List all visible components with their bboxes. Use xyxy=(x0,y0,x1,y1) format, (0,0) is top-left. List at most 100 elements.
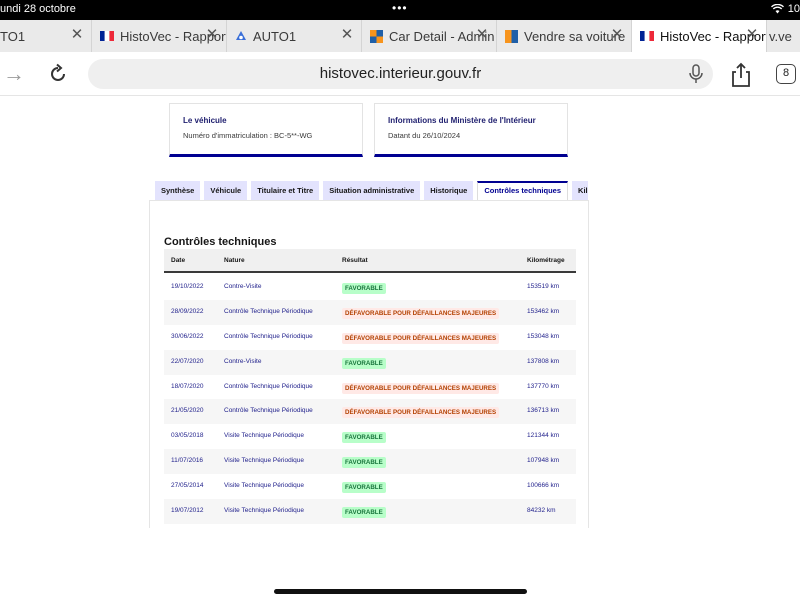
table-header: Date Nature Résultat Kilométrage xyxy=(164,249,576,273)
header-resultat: Résultat xyxy=(342,257,368,264)
result-badge: FAVORABLE xyxy=(342,357,386,369)
status-bar: undi 28 octobre ••• 10 xyxy=(0,0,800,20)
browser-tab[interactable]: AUTO1 ✕ xyxy=(227,20,362,52)
cell-kilometrage: 153048 km xyxy=(527,332,560,340)
close-icon[interactable]: ✕ xyxy=(69,27,85,43)
table-row: 11/07/2016 Visite Technique Périodique FAV… xyxy=(164,449,576,475)
close-icon[interactable]: ✕ xyxy=(474,27,490,43)
cell-date: 18/07/2020 xyxy=(171,382,204,390)
cell-date: 27/05/2014 xyxy=(171,482,204,490)
url-text: histovec.interieur.gouv.fr xyxy=(319,65,482,82)
tab-vehicule[interactable]: Véhicule xyxy=(204,181,248,200)
tab-historique[interactable]: Historique xyxy=(424,181,474,200)
card-title: Informations du Ministère de l'Intérieur xyxy=(388,116,536,125)
cell-kilometrage: 100666 km xyxy=(527,482,560,490)
cell-kilometrage: 137808 km xyxy=(527,357,560,365)
status-right: 10 xyxy=(770,3,800,15)
section-title: Contrôles techniques xyxy=(164,236,277,248)
close-icon[interactable]: ✕ xyxy=(204,27,220,43)
table-body: 19/10/2022 Contre-Visite FAVORABLE 153519 k… xyxy=(164,275,576,524)
card-vehicule: Le véhicule Numéro d'immatriculation : B… xyxy=(169,103,363,157)
cell-nature: Contre-Visite xyxy=(224,283,262,290)
browser-tab[interactable]: Car Detail - Admin ✕ xyxy=(362,20,497,52)
table-row: 03/05/2018 Visite Technique Périodique FAV… xyxy=(164,424,576,449)
result-badge: DÉFAVORABLE POUR DÉFAILLANCES MAJEURES xyxy=(342,382,500,394)
wifi-icon xyxy=(770,4,784,14)
cell-date: 03/05/2018 xyxy=(171,432,204,440)
browser-tab[interactable]: Vendre sa voiture ✕ xyxy=(497,20,632,52)
card-value: Numéro d'immatriculation : BC-5**-WG xyxy=(183,131,313,140)
cell-nature: Contrôle Technique Périodique xyxy=(224,407,313,415)
auto1-icon xyxy=(236,31,246,40)
cell-nature: Contrôle Technique Périodique xyxy=(224,332,313,340)
status-time: undi 28 octobre xyxy=(0,3,76,15)
tab-panel: Contrôles techniques Date Nature Résulta… xyxy=(149,200,589,528)
tab-kilometrage[interactable]: Kil xyxy=(572,181,588,200)
multitasking-dots-icon[interactable]: ••• xyxy=(392,1,408,15)
table-row: 30/06/2022 Contrôle Technique Périodique D… xyxy=(164,325,576,350)
fr-flag-icon xyxy=(640,31,654,41)
fr-flag-icon xyxy=(100,31,114,41)
cell-date: 22/07/2020 xyxy=(171,357,204,365)
tab-title: v.ve xyxy=(769,28,792,44)
table-row: 28/09/2022 Contrôle Technique Périodique D… xyxy=(164,299,576,325)
tab-situation-administrative[interactable]: Situation administrative xyxy=(323,181,421,200)
forward-icon[interactable]: → xyxy=(0,61,28,87)
header-date: Date xyxy=(171,257,186,264)
result-badge: FAVORABLE xyxy=(342,457,386,469)
cell-kilometrage: 153462 km xyxy=(527,307,560,315)
table-row: 22/07/2020 Contre-Visite FAVORABLE 137808 k… xyxy=(164,349,576,375)
cell-nature: Visite Technique Périodique xyxy=(224,432,304,440)
header-kilometrage: Kilométrage xyxy=(527,257,565,264)
cell-kilometrage: 153519 km xyxy=(527,283,560,290)
cell-date: 28/09/2022 xyxy=(171,307,204,315)
cell-kilometrage: 136713 km xyxy=(527,407,560,415)
cell-nature: Contrôle Technique Périodique xyxy=(224,307,313,315)
microphone-icon[interactable] xyxy=(687,64,705,84)
orange-square-icon xyxy=(370,29,383,43)
browser-tab-strip: TO1 ✕ HistoVec - Rapport ✕ AUTO1 ✕ Car D… xyxy=(0,20,800,52)
cell-kilometrage: 121344 km xyxy=(527,432,560,440)
tab-titulaire[interactable]: Titulaire et Titre xyxy=(251,181,320,200)
cell-kilometrage: 84232 km xyxy=(527,507,556,515)
result-badge: FAVORABLE xyxy=(342,507,386,519)
battery-level: 10 xyxy=(787,3,800,15)
table-row: 21/05/2020 Contrôle Technique Périodique D… xyxy=(164,399,576,425)
table-row: 19/10/2022 Contre-Visite FAVORABLE 153519 k… xyxy=(164,275,576,300)
share-icon[interactable] xyxy=(728,62,754,88)
browser-tab[interactable]: HistoVec - Rapport ✕ xyxy=(92,20,227,52)
cell-date: 21/05/2020 xyxy=(171,407,204,415)
browser-toolbar: → histovec.interieur.gouv.fr 8 xyxy=(0,52,800,96)
close-icon[interactable]: ✕ xyxy=(339,27,355,43)
cell-nature: Contrôle Technique Périodique xyxy=(224,382,313,390)
cell-nature: Contre-Visite xyxy=(224,357,262,365)
close-icon[interactable]: ✕ xyxy=(609,27,625,43)
result-badge: DÉFAVORABLE POUR DÉFAILLANCES MAJEURES xyxy=(342,307,500,319)
browser-tab-active[interactable]: HistoVec - Rapport ✕ xyxy=(632,20,767,52)
cell-date: 19/10/2022 xyxy=(171,283,204,290)
home-indicator[interactable] xyxy=(274,589,527,594)
cell-kilometrage: 137770 km xyxy=(527,382,560,390)
table-row: 27/05/2014 Visite Technique Périodique FAV… xyxy=(164,474,576,499)
cell-date: 11/07/2016 xyxy=(171,457,204,465)
browser-tab[interactable]: TO1 ✕ xyxy=(0,20,92,52)
result-badge: FAVORABLE xyxy=(342,283,386,294)
tab-synthese[interactable]: Synthèse xyxy=(155,181,201,200)
orange-blue-icon xyxy=(505,29,518,43)
reload-icon[interactable] xyxy=(44,61,72,87)
result-badge: DÉFAVORABLE POUR DÉFAILLANCES MAJEURES xyxy=(342,407,500,419)
table-row: 19/07/2012 Visite Technique Périodique FAV… xyxy=(164,499,576,524)
cell-nature: Visite Technique Périodique xyxy=(224,507,304,515)
result-badge: FAVORABLE xyxy=(342,482,386,494)
address-bar[interactable]: histovec.interieur.gouv.fr xyxy=(88,59,713,89)
cell-date: 30/06/2022 xyxy=(171,332,204,340)
close-icon[interactable]: ✕ xyxy=(744,27,760,43)
card-value: Datant du 26/10/2024 xyxy=(388,131,461,140)
page-content: Le véhicule Numéro d'immatriculation : B… xyxy=(0,97,800,600)
result-badge: FAVORABLE xyxy=(342,432,386,444)
tab-controles-techniques[interactable]: Contrôles techniques xyxy=(477,181,569,200)
cell-nature: Visite Technique Périodique xyxy=(224,482,304,490)
tab-overview-button[interactable]: 8 xyxy=(776,64,796,84)
cell-nature: Visite Technique Périodique xyxy=(224,457,304,465)
browser-tab[interactable]: v.ve xyxy=(767,20,800,52)
